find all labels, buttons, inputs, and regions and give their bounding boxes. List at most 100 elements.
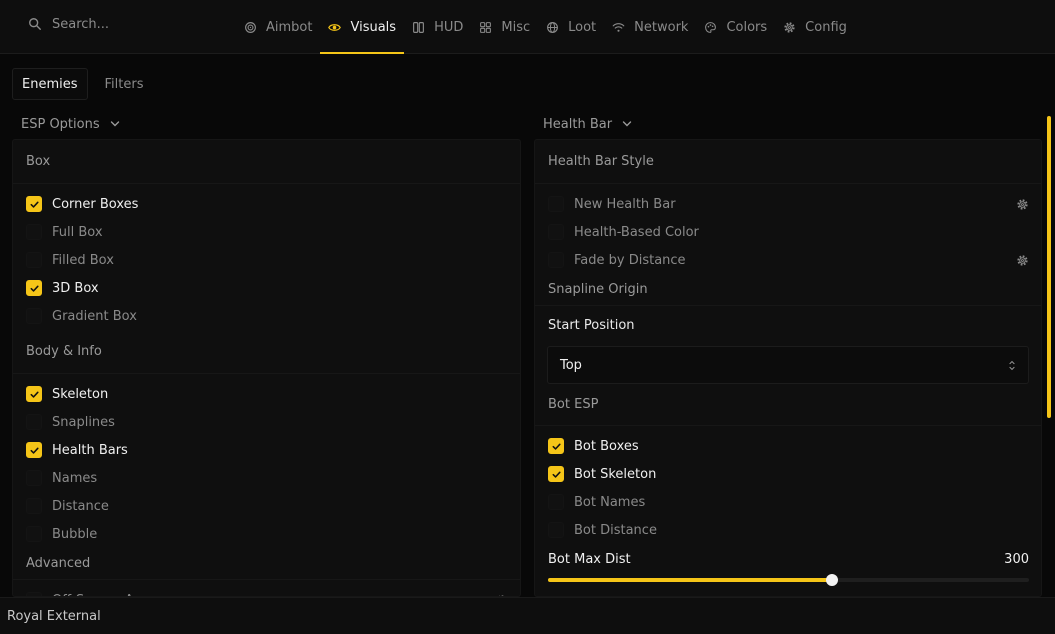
option-names[interactable]: Names [13,464,520,492]
option-filled-box[interactable]: Filled Box [13,246,520,274]
checkbox[interactable] [548,224,564,240]
start-position-select[interactable]: Top [547,346,1029,384]
tab-colors[interactable]: Colors [696,0,775,54]
search-input[interactable] [52,16,192,32]
checkbox[interactable] [26,280,42,296]
option-distance[interactable]: Distance [13,492,520,520]
sub-tabs: Enemies Filters [12,68,152,100]
checkbox[interactable] [26,224,42,240]
tab-label: Network [634,19,689,35]
wifi-icon [612,22,625,32]
option-fade-by-distance[interactable]: Fade by Distance [535,246,1041,274]
option-corner-boxes[interactable]: Corner Boxes [13,190,520,218]
subtab-filters[interactable]: Filters [96,68,153,100]
section-title-snapline-origin: Snapline Origin [535,274,1041,306]
main-nav: Aimbot Visuals HUD Misc Loot Network Col… [236,0,855,54]
updown-chevron-icon [1009,360,1015,370]
option-label: Distance [52,498,109,514]
tab-label: Visuals [350,19,397,35]
option-label: New Health Bar [574,196,676,212]
tab-loot[interactable]: Loot [538,0,604,54]
option-3d-box[interactable]: 3D Box [13,274,520,302]
option-label: Bot Distance [574,522,657,538]
app-title: Royal External [7,608,101,624]
tab-config[interactable]: Config [775,0,855,54]
option-bot-boxes[interactable]: Bot Boxes [535,432,1041,460]
tab-label: Aimbot [266,19,313,35]
gear-icon [784,21,795,33]
section-title-box: Box [13,140,520,184]
checkbox[interactable] [26,308,42,324]
gear-icon[interactable] [1016,254,1029,267]
option-label: Full Box [52,224,103,240]
footer-bar: Royal External [0,597,1055,634]
slider-fill [548,578,832,582]
esp-options-header[interactable]: ESP Options [21,112,120,136]
option-off-screen-arrows[interactable]: Off-Screen Arrows [13,586,520,596]
checkbox[interactable] [26,442,42,458]
option-bot-distance[interactable]: Bot Distance [535,516,1041,544]
option-gradient-box[interactable]: Gradient Box [13,302,520,330]
slider-handle[interactable] [825,574,838,586]
health-bar-panel: Health Bar Style New Health Bar Health-Ba… [534,139,1042,597]
section-title-advanced: Advanced [13,548,520,580]
tab-aimbot[interactable]: Aimbot [236,0,320,54]
target-icon [245,21,256,33]
checkbox[interactable] [548,252,564,268]
checkbox[interactable] [548,466,564,482]
checkbox[interactable] [26,414,42,430]
section-title-body-info: Body & Info [13,330,520,374]
tab-network[interactable]: Network [604,0,696,54]
scrollbar[interactable] [1047,116,1051,418]
option-label: Bot Names [574,494,646,510]
option-new-health-bar[interactable]: New Health Bar [535,190,1041,218]
tab-label: Loot [568,19,597,35]
section-title-health-bar-style: Health Bar Style [535,140,1041,184]
option-snaplines[interactable]: Snaplines [13,408,520,436]
bot-max-dist-label: Bot Max Dist [548,551,631,567]
option-bot-skeleton[interactable]: Bot Skeleton [535,460,1041,488]
option-label: Health Bars [52,442,128,458]
esp-options-label: ESP Options [21,116,100,132]
option-label: Bot Boxes [574,438,639,454]
option-health-bars[interactable]: Health Bars [13,436,520,464]
health-bar-header[interactable]: Health Bar [543,112,632,136]
checkbox[interactable] [548,494,564,510]
option-health-based-color[interactable]: Health-Based Color [535,218,1041,246]
hud-icon [413,21,425,33]
checkbox[interactable] [26,252,42,268]
search-box[interactable] [20,8,210,40]
option-bot-names[interactable]: Bot Names [535,488,1041,516]
option-label: Names [52,470,98,486]
checkbox[interactable] [26,470,42,486]
top-bar: Aimbot Visuals HUD Misc Loot Network Col… [0,0,1055,54]
gear-icon[interactable] [1016,198,1029,211]
checkbox[interactable] [26,498,42,514]
checkbox[interactable] [26,196,42,212]
tab-label: Config [805,19,847,35]
checkbox[interactable] [26,386,42,402]
checkbox[interactable] [548,196,564,212]
chevron-down-icon [622,121,632,127]
option-label: Corner Boxes [52,196,139,212]
start-position-label: Start Position [548,317,635,333]
bot-max-dist-slider[interactable] [548,574,1029,586]
tab-visuals[interactable]: Visuals [320,0,404,54]
checkbox[interactable] [548,522,564,538]
option-full-box[interactable]: Full Box [13,218,520,246]
globe-icon [547,21,559,33]
option-skeleton[interactable]: Skeleton [13,380,520,408]
tab-misc[interactable]: Misc [471,0,538,54]
checkbox[interactable] [548,438,564,454]
subtab-enemies[interactable]: Enemies [12,68,88,100]
checkbox[interactable] [26,526,42,542]
start-position-value: Top [560,357,582,373]
option-bubble[interactable]: Bubble [13,520,520,548]
tab-label: HUD [434,19,464,35]
tab-label: Colors [726,19,768,35]
tab-hud[interactable]: HUD [404,0,471,54]
option-label: Snaplines [52,414,115,430]
palette-icon [705,21,717,33]
search-icon [29,18,41,30]
tab-label: Misc [501,19,531,35]
